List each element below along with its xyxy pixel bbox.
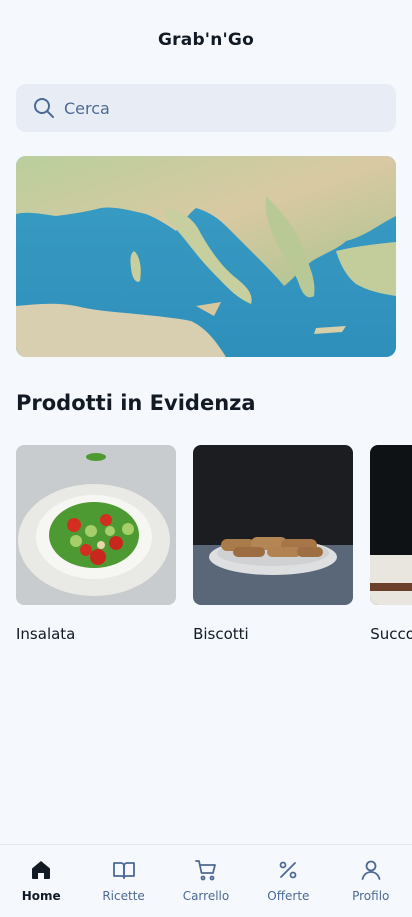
- search-input[interactable]: [64, 98, 364, 118]
- product-card-succo[interactable]: Succo: [370, 445, 412, 643]
- product-card-biscotti[interactable]: Biscotti: [193, 445, 354, 643]
- bottom-navigation: Home Ricette Carrello Offerte Profilo: [0, 844, 412, 917]
- featured-products-carousel[interactable]: Insalata Biscotti Succo: [16, 445, 412, 655]
- map-image: [16, 156, 396, 357]
- product-image: [16, 445, 176, 605]
- percent-icon: [279, 861, 297, 879]
- nav-label: Ricette: [102, 889, 145, 903]
- book-icon: [112, 862, 135, 879]
- nav-item-ricette[interactable]: Ricette: [85, 858, 163, 903]
- nav-item-home[interactable]: Home: [2, 858, 80, 903]
- juice-image: [370, 445, 412, 605]
- user-icon: [361, 860, 381, 880]
- nav-label: Carrello: [182, 889, 230, 903]
- product-name: Biscotti: [193, 625, 249, 643]
- nav-item-profilo[interactable]: Profilo: [332, 858, 410, 903]
- product-name: Succo: [370, 625, 412, 643]
- app-title: Grab'n'Go: [158, 30, 254, 50]
- cart-icon: [195, 860, 216, 881]
- product-name: Insalata: [16, 625, 76, 643]
- featured-section-title: Prodotti in Evidenza: [16, 391, 256, 415]
- salad-image: [16, 445, 176, 605]
- nav-label: Profilo: [352, 889, 390, 903]
- nav-item-offerte[interactable]: Offerte: [249, 858, 327, 903]
- product-card-insalata[interactable]: Insalata: [16, 445, 176, 643]
- banner-image[interactable]: [16, 156, 396, 357]
- app-header: Grab'n'Go: [0, 0, 412, 80]
- home-icon: [32, 861, 51, 879]
- product-image: [370, 445, 412, 605]
- nav-label: Home: [21, 889, 61, 903]
- search-bar[interactable]: [16, 84, 396, 132]
- nav-label: Offerte: [267, 889, 310, 903]
- search-icon: [34, 98, 54, 118]
- biscotti-image: [193, 445, 354, 605]
- product-image: [193, 445, 354, 605]
- nav-item-carrello[interactable]: Carrello: [167, 858, 245, 903]
